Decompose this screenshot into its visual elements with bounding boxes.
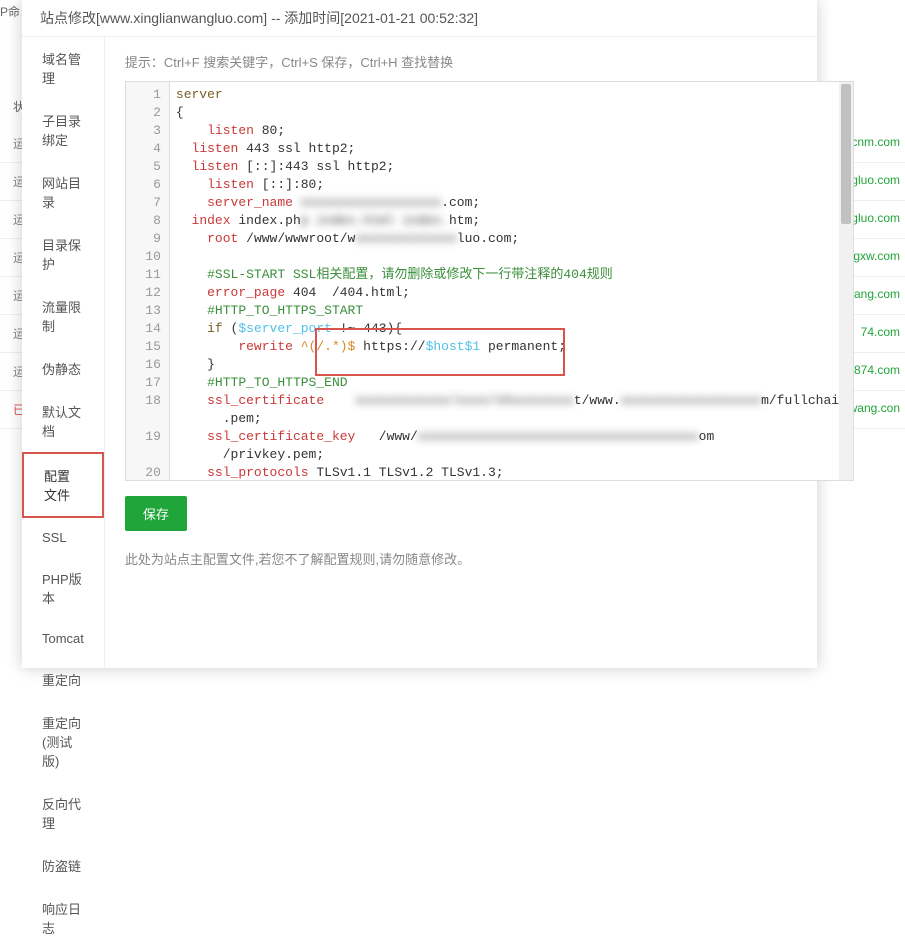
site-edit-modal: 站点修改[www.xinglianwangluo.com] -- 添加时间[20… — [22, 0, 817, 668]
editor-scrollbar[interactable] — [839, 82, 853, 480]
line-number: 6 — [126, 176, 161, 194]
code-line[interactable]: if ($server_port !~ 443){ — [176, 320, 847, 338]
sidebar-item[interactable]: 默认文档 — [22, 390, 104, 452]
modal-title: 站点修改[www.xinglianwangluo.com] -- 添加时间[20… — [22, 0, 817, 37]
sidebar-item[interactable]: 网站目录 — [22, 161, 104, 223]
line-number: 12 — [126, 284, 161, 302]
line-number: 1 — [126, 86, 161, 104]
line-number: 8 — [126, 212, 161, 230]
sidebar: 域名管理子目录绑定网站目录目录保护流量限制伪静态默认文档配置文件SSLPHP版本… — [22, 37, 105, 667]
code-line[interactable]: ssl_certificate xxxxxxxxxxxx/xxxx/vhxxxx… — [176, 392, 847, 428]
sidebar-item[interactable]: 反向代理 — [22, 782, 104, 844]
warning-text: 此处为站点主配置文件,若您不了解配置规则,请勿随意修改。 — [125, 549, 854, 568]
line-number: 16 — [126, 356, 161, 374]
code-line[interactable]: { — [176, 104, 847, 122]
line-number: 18 — [126, 392, 161, 410]
save-button[interactable]: 保存 — [125, 496, 187, 531]
sidebar-item[interactable]: 子目录绑定 — [22, 99, 104, 161]
code-line[interactable]: server_name xxxxxxxxxxxxxxxxxx.com; — [176, 194, 847, 212]
sidebar-item[interactable]: 伪静态 — [22, 347, 104, 390]
code-line[interactable]: listen 443 ssl http2; — [176, 140, 847, 158]
line-number: 20 — [126, 464, 161, 482]
content-panel: 提示：Ctrl+F 搜索关键字，Ctrl+S 保存，Ctrl+H 查找替换 12… — [105, 37, 874, 667]
config-editor[interactable]: 123456789101112131415161718 19 20 server… — [125, 81, 854, 481]
sidebar-item[interactable]: 响应日志 — [22, 887, 104, 949]
sidebar-item[interactable]: PHP版本 — [22, 557, 104, 619]
code-line[interactable]: listen [::]:443 ssl http2; — [176, 158, 847, 176]
line-number: 15 — [126, 338, 161, 356]
bg-header-frag: P命 — [0, 3, 20, 20]
line-number: 17 — [126, 374, 161, 392]
code-line[interactable]: ssl_protocols TLSv1.1 TLSv1.2 TLSv1.3; — [176, 464, 847, 480]
editor-content[interactable]: server{ listen 80; listen 443 ssl http2;… — [170, 82, 853, 480]
line-number: 3 — [126, 122, 161, 140]
code-line[interactable]: #SSL-START SSL相关配置，请勿删除或修改下一行带注释的404规则 — [176, 266, 847, 284]
code-line[interactable]: rewrite ^(/.*)$ https://$host$1 permanen… — [176, 338, 847, 356]
code-line[interactable] — [176, 248, 847, 266]
code-line[interactable]: error_page 404 /404.html; — [176, 284, 847, 302]
line-number: 14 — [126, 320, 161, 338]
code-line[interactable]: listen [::]:80; — [176, 176, 847, 194]
sidebar-item[interactable]: 重定向 — [22, 658, 104, 701]
code-line[interactable]: #HTTP_TO_HTTPS_START — [176, 302, 847, 320]
line-number: 5 — [126, 158, 161, 176]
sidebar-item[interactable]: Tomcat — [22, 619, 104, 658]
line-gutter: 123456789101112131415161718 19 20 — [126, 82, 170, 480]
sidebar-item[interactable]: 防盗链 — [22, 844, 104, 887]
sidebar-item[interactable]: 目录保护 — [22, 223, 104, 285]
line-number: 13 — [126, 302, 161, 320]
line-number: 2 — [126, 104, 161, 122]
line-number: 11 — [126, 266, 161, 284]
code-line[interactable]: ssl_certificate_key /www/xxxxxxxxxxxxxxx… — [176, 428, 847, 464]
code-line[interactable]: listen 80; — [176, 122, 847, 140]
code-line[interactable]: #HTTP_TO_HTTPS_END — [176, 374, 847, 392]
code-line[interactable]: server — [176, 86, 847, 104]
line-number: 4 — [126, 140, 161, 158]
line-number: 19 — [126, 428, 161, 446]
scrollbar-thumb[interactable] — [841, 84, 851, 224]
sidebar-item[interactable]: 配置文件 — [22, 452, 104, 518]
line-number: 10 — [126, 248, 161, 266]
line-number: 7 — [126, 194, 161, 212]
sidebar-item[interactable]: SSL — [22, 518, 104, 557]
editor-hint: 提示：Ctrl+F 搜索关键字，Ctrl+S 保存，Ctrl+H 查找替换 — [125, 52, 854, 71]
sidebar-item[interactable]: 重定向(测试版) — [22, 701, 104, 782]
sidebar-item[interactable]: 域名管理 — [22, 37, 104, 99]
code-line[interactable]: index index.php index.html index.htm; — [176, 212, 847, 230]
sidebar-item[interactable]: 流量限制 — [22, 285, 104, 347]
code-line[interactable]: root /www/wwwroot/wxxxxxxxxxxxxxluo.com; — [176, 230, 847, 248]
code-line[interactable]: } — [176, 356, 847, 374]
line-number: 9 — [126, 230, 161, 248]
